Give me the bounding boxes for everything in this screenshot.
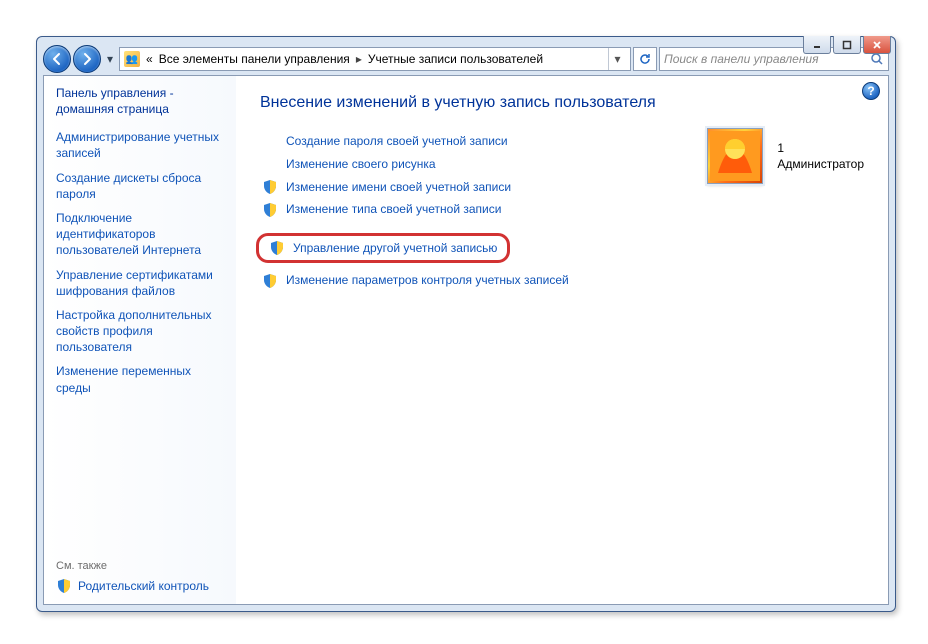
address-dropdown[interactable]: ▾ (608, 48, 626, 70)
window-controls (803, 36, 891, 54)
shield-icon (56, 578, 72, 594)
sidebar: Панель управления - домашняя страница Ад… (44, 76, 236, 604)
shield-icon (262, 202, 278, 218)
refresh-button[interactable] (633, 47, 657, 71)
parental-control-link[interactable]: Родительский контроль (56, 576, 224, 596)
see-also-label: См. также (56, 560, 224, 572)
account-card[interactable]: 1 Администратор (707, 128, 864, 184)
back-button[interactable] (43, 45, 71, 73)
sidebar-link[interactable]: Управление сертификатами шифрования файл… (56, 263, 224, 303)
shield-icon (262, 273, 278, 289)
explorer-window: ▾ 👥 « Все элементы панели управления ▸ У… (36, 36, 896, 612)
nav-history-dropdown[interactable]: ▾ (103, 49, 117, 69)
search-placeholder: Поиск в панели управления (664, 52, 870, 66)
task-change-uac-settings[interactable]: Изменение параметров контроля учетных за… (262, 269, 868, 292)
sidebar-link[interactable]: Подключение идентификаторов пользователе… (56, 206, 224, 263)
shield-icon (269, 240, 285, 256)
search-icon (870, 52, 884, 66)
breadcrumb-separator-icon: ▸ (356, 52, 362, 66)
minimize-button[interactable] (803, 36, 831, 54)
account-name: 1 (777, 140, 864, 156)
page-title: Внесение изменений в учетную запись поль… (260, 94, 868, 112)
control-panel-home-link[interactable]: Панель управления - домашняя страница (56, 86, 224, 117)
sidebar-link[interactable]: Администрирование учетных записей (56, 125, 224, 165)
help-button[interactable]: ? (862, 82, 880, 100)
sidebar-link[interactable]: Изменение переменных среды (56, 359, 224, 399)
navigation-bar: ▾ 👥 « Все элементы панели управления ▸ У… (43, 43, 889, 75)
sidebar-link[interactable]: Настройка дополнительных свойств профиля… (56, 303, 224, 360)
shield-icon (262, 179, 278, 195)
account-role: Администратор (777, 156, 864, 172)
main-content: ? Внесение изменений в учетную запись по… (236, 76, 888, 604)
account-info: 1 Администратор (777, 140, 864, 172)
task-change-type[interactable]: Изменение типа своей учетной записи (262, 198, 868, 221)
address-bar[interactable]: 👥 « Все элементы панели управления ▸ Уче… (119, 47, 631, 71)
user-accounts-icon: 👥 (124, 51, 140, 67)
maximize-button[interactable] (833, 36, 861, 54)
breadcrumb-prefix: « (146, 52, 153, 66)
breadcrumb-root[interactable]: Все элементы панели управления (159, 52, 350, 66)
close-button[interactable] (863, 36, 891, 54)
client-area: Панель управления - домашняя страница Ад… (43, 75, 889, 605)
sidebar-link[interactable]: Создание дискеты сброса пароля (56, 166, 224, 206)
forward-button[interactable] (73, 45, 101, 73)
task-manage-other-account[interactable]: Управление другой учетной записью (256, 233, 510, 263)
avatar (707, 128, 763, 184)
breadcrumb-current[interactable]: Учетные записи пользователей (368, 52, 543, 66)
